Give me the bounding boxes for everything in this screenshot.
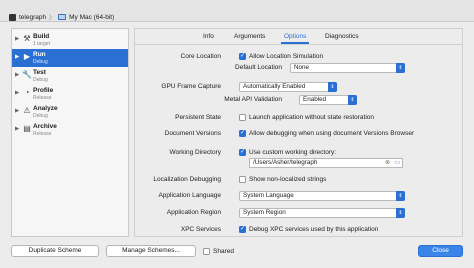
sidebar-item-sublabel: Debug [33,77,48,83]
launch-without-state-restoration-label: Launch application without state restora… [249,114,375,121]
default-location-value: None [294,64,310,71]
core-location-label: Core Location [180,53,221,60]
sidebar-item-sublabel: Debug [33,59,48,65]
breadcrumb-separator-icon: 〉 [49,15,56,22]
metal-api-validation-value: Enabled [303,96,327,103]
disclosure-triangle-icon[interactable]: ▶ [15,54,19,60]
sidebar-item-test[interactable]: ▶ 🔧 Test Debug [12,67,128,85]
default-location-label: Default Location [235,64,282,71]
scheme-icon [9,13,16,21]
tab-bar: Info Arguments Options Diagnostics [135,29,462,45]
folder-icon[interactable]: ▭ [394,159,400,167]
sidebar-item-analyze[interactable]: ▶ ⚠ Analyze Debug [12,103,128,121]
use-custom-working-directory-checkbox[interactable]: ✓ [239,149,246,156]
manage-schemes-button[interactable]: Manage Schemes... [106,245,196,257]
clear-icon[interactable]: ⊗ [385,159,390,167]
default-location-popup[interactable]: None ⇕ [290,63,405,73]
allow-location-simulation-label: Allow Location Simulation [249,53,324,60]
application-region-value: System Region [243,209,286,216]
scheme-destination-selector[interactable]: telegraph 〉 My Mac (64-bit) [9,12,114,22]
localization-debugging-label: Localization Debugging [153,176,221,183]
launch-without-state-restoration-checkbox[interactable] [239,114,246,121]
disclosure-triangle-icon[interactable]: ▶ [15,126,19,132]
sidebar-item-label: Test [33,69,46,76]
popup-stepper-icon: ⇕ [348,95,357,105]
application-language-popup[interactable]: System Language ⇕ [239,191,405,201]
play-icon: ▶ [23,52,31,61]
xpc-services-label: XPC Services [180,226,221,233]
debug-xpc-services-label: Debug XPC services used by this applicat… [249,226,379,233]
working-directory-label: Working Directory [169,149,221,156]
sidebar-item-label: Run [33,51,46,58]
allow-debugging-versions-browser-label: Allow debugging when using document Vers… [249,130,415,137]
destination-name: My Mac (64-bit) [69,13,115,21]
tab-diagnostics[interactable]: Diagnostics [325,33,359,40]
show-non-localized-strings-label: Show non-localized strings [249,176,327,183]
duplicate-scheme-button[interactable]: Duplicate Scheme [11,245,99,257]
popup-stepper-icon: ⇕ [396,63,405,73]
use-custom-working-directory-label: Use custom working directory: [249,149,337,156]
debug-xpc-services-checkbox[interactable]: ✓ [239,226,246,233]
scheme-name: telegraph [19,13,47,21]
window-toolbar: telegraph 〉 My Mac (64-bit) [0,0,474,22]
shared-label: Shared [213,248,234,255]
sidebar-item-profile[interactable]: ▶ ◔ Profile Release [12,85,128,103]
sidebar-item-archive[interactable]: ▶ ▤ Archive Release [12,121,128,139]
application-region-label: Application Region [166,209,221,216]
tab-info[interactable]: Info [203,33,214,40]
allow-location-simulation-checkbox[interactable]: ✓ [239,53,246,60]
sidebar-item-sublabel: Release [33,95,52,101]
application-language-label: Application Language [158,192,221,199]
hammer-icon: ⚒ [23,34,31,43]
popup-stepper-icon: ⇕ [396,191,405,201]
tab-options[interactable]: Options [280,33,310,44]
disclosure-triangle-icon[interactable]: ▶ [15,72,19,78]
working-directory-path-field[interactable]: /Users/Asher/telegraph ⊗ ▭ [249,158,403,168]
allow-debugging-versions-browser-checkbox[interactable]: ✓ [239,130,246,137]
gpu-frame-capture-label: GPU Frame Capture [161,83,221,90]
metal-api-validation-popup[interactable]: Enabled ⇕ [299,95,357,105]
metal-api-validation-label: Metal API Validation [224,96,282,103]
scheme-editor-panel: Info Arguments Options Diagnostics Core … [134,28,463,237]
application-language-value: System Language [243,192,294,199]
disclosure-triangle-icon[interactable]: ▶ [15,90,19,96]
sidebar-item-sublabel: Debug [33,113,48,119]
sidebar-item-sublabel: Release [33,131,52,137]
scheme-actions-sidebar: ▶ ⚒ Build 1 target ▶ ▶ Run Debug ▶ 🔧 Tes… [11,28,129,237]
gauge-icon: ◔ [24,88,30,97]
wrench-icon: 🔧 [22,70,32,79]
sidebar-item-sublabel: 1 target [33,41,50,47]
working-directory-path: /Users/Asher/telegraph [253,159,318,166]
document-versions-label: Document Versions [164,130,221,137]
tab-arguments[interactable]: Arguments [234,33,265,40]
sidebar-item-run[interactable]: ▶ ▶ Run Debug [12,49,128,67]
close-button[interactable]: Close [418,245,463,257]
show-non-localized-strings-checkbox[interactable] [239,176,246,183]
sidebar-item-label: Analyze [33,105,58,112]
shared-checkbox[interactable] [203,248,210,255]
sidebar-item-build[interactable]: ▶ ⚒ Build 1 target [12,31,128,49]
persistent-state-label: Persistent State [175,114,221,121]
sidebar-item-label: Build [33,33,50,40]
application-region-popup[interactable]: System Region ⇕ [239,208,405,218]
popup-stepper-icon: ⇕ [328,82,337,92]
gpu-frame-capture-popup[interactable]: Automatically Enabled ⇕ [239,82,337,92]
popup-stepper-icon: ⇕ [396,208,405,218]
analyze-icon: ⚠ [23,106,31,115]
sidebar-item-label: Archive [33,123,57,130]
disclosure-triangle-icon[interactable]: ▶ [15,36,19,42]
mac-icon [58,14,67,20]
disclosure-triangle-icon[interactable]: ▶ [15,108,19,114]
sidebar-item-label: Profile [33,87,54,94]
archive-icon: ▤ [23,124,31,133]
gpu-frame-capture-value: Automatically Enabled [243,83,306,90]
